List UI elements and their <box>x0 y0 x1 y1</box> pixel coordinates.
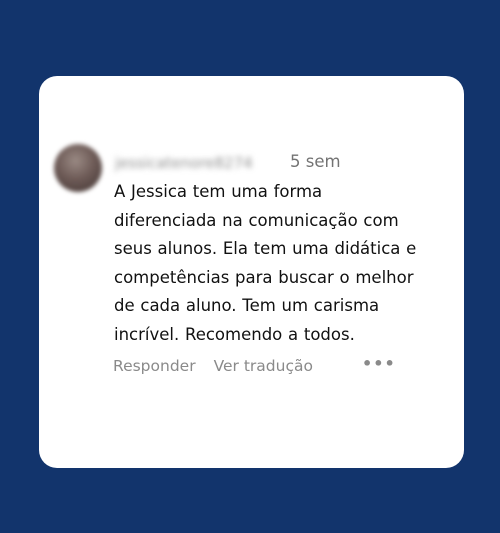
comment-card: jessicatenore8274 5 sem A Jessica tem um… <box>39 76 464 468</box>
comment-actions: Responder Ver tradução <box>113 357 313 375</box>
comment-line: incrível. Recomendo a todos. <box>114 324 355 344</box>
comment-line: A Jessica tem uma forma <box>114 182 323 201</box>
comment-line: de cada aluno. Tem um carisma <box>114 296 380 315</box>
comment-line: competências para buscar o melhor <box>114 267 414 287</box>
username[interactable]: jessicatenore8274 <box>115 154 253 172</box>
avatar[interactable] <box>54 144 102 192</box>
reply-button[interactable]: Responder <box>113 357 196 375</box>
comment-line: seus alunos. Ela tem uma didática e <box>114 239 417 258</box>
see-translation-button[interactable]: Ver tradução <box>214 357 313 375</box>
comment-text: A Jessica tem uma forma diferenciada na … <box>114 178 434 349</box>
more-options-icon[interactable]: ••• <box>362 354 396 373</box>
comment-line: diferenciada na comunicação com <box>114 210 399 230</box>
timestamp: 5 sem <box>290 152 341 171</box>
